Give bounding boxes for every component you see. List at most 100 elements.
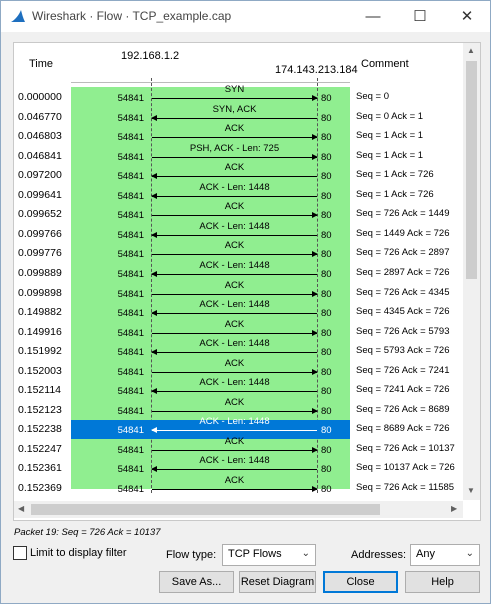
destination-port: 80 (321, 484, 332, 495)
arrow-left-icon (151, 231, 317, 238)
flow-time: 0.046803 (18, 130, 62, 143)
flow-time: 0.099889 (18, 266, 62, 279)
packet-label: ACK (224, 435, 245, 447)
flow-comment: Seq = 5793 Ack = 726 (356, 345, 450, 357)
source-port: 54841 (117, 112, 144, 124)
flow-time: 0.149882 (18, 306, 62, 319)
arrow-right-icon (152, 95, 318, 101)
packet-label: ACK (224, 357, 245, 369)
flow-time: 0.149916 (18, 325, 62, 338)
flow-time: 0.152123 (18, 403, 62, 416)
packet-label: ACK (224, 396, 245, 408)
source-port: 54841 (117, 268, 144, 280)
horizontal-scroll-thumb[interactable] (31, 504, 380, 515)
scroll-right-icon[interactable]: ▶ (451, 504, 457, 513)
arrow-left-icon (151, 427, 317, 434)
flow-comment: Seq = 726 Ack = 10137 (356, 442, 455, 454)
flow-time: 0.046841 (18, 149, 62, 162)
packet-label: ACK (224, 201, 245, 213)
source-port: 54841 (117, 210, 144, 222)
flow-comment: Seq = 1 Ack = 726 (356, 188, 434, 200)
addresses-value: Any (416, 548, 435, 560)
flow-time: 0.152114 (18, 384, 62, 397)
flow-row[interactable]: 0.152369 54841 ACK 80 Seq = 726 Ack = 11585 (14, 475, 480, 498)
chevron-down-icon: ⌄ (465, 548, 474, 559)
scroll-left-icon[interactable]: ◀ (18, 504, 24, 513)
source-port: 54841 (117, 93, 144, 104)
packet-label: ACK - Len: 1448 (199, 455, 270, 467)
reset-diagram-button[interactable]: Reset Diagram (239, 571, 316, 593)
source-port: 54841 (117, 327, 144, 339)
flow-time: 0.099652 (18, 208, 62, 221)
close-button[interactable]: Close (323, 571, 398, 593)
arrow-left-icon (151, 466, 317, 473)
scroll-down-icon[interactable]: ▼ (467, 486, 475, 495)
flow-graph[interactable]: Time 192.168.1.2 174.143.213.184 Comment… (13, 42, 481, 521)
flow-time: 0.099641 (18, 188, 62, 201)
arrow-left-icon (151, 192, 317, 199)
flow-time: 0.000000 (18, 91, 62, 103)
flow-time: 0.152003 (18, 364, 62, 377)
flow-time: 0.152369 (18, 482, 62, 494)
packet-label: ACK - Len: 1448 (199, 259, 270, 271)
flow-comment: Seq = 1 Ack = 1 (356, 149, 424, 161)
minimize-button[interactable]: — (350, 1, 396, 32)
destination-port: 80 (321, 132, 332, 144)
flow-comment: Seq = 726 Ack = 2897 (356, 247, 450, 259)
help-button[interactable]: Help (405, 571, 480, 593)
flow-comment: Seq = 726 Ack = 4345 (356, 286, 450, 298)
window-title: Wireshark · Flow · TCP_example.cap (32, 9, 232, 23)
flow-time: 0.046770 (18, 110, 62, 123)
destination-port: 80 (321, 93, 332, 104)
flow-comment: Seq = 1 Ack = 726 (356, 169, 434, 181)
arrow-left-icon (151, 173, 317, 180)
vertical-scrollbar[interactable]: ▲ ▼ (463, 43, 480, 500)
destination-port: 80 (321, 464, 332, 476)
flow-comment: Seq = 726 Ack = 5793 (356, 325, 450, 337)
host-axis (71, 82, 350, 83)
destination-port: 80 (321, 366, 332, 378)
source-port: 54841 (117, 464, 144, 476)
flow-comment: Seq = 4345 Ack = 726 (356, 306, 450, 318)
addresses-label: Addresses: (351, 549, 407, 561)
flow-time: 0.152238 (18, 423, 62, 436)
arrow-right-icon (152, 329, 318, 336)
flow-type-select[interactable]: TCP Flows ⌄ (222, 544, 316, 566)
destination-port: 80 (321, 308, 332, 320)
source-port: 54841 (117, 484, 144, 495)
wireshark-fin-icon (10, 9, 26, 28)
packet-label: ACK (224, 279, 245, 291)
destination-port: 80 (321, 151, 332, 163)
close-window-button[interactable]: ✕ (444, 1, 490, 32)
maximize-button[interactable]: ☐ (397, 1, 443, 32)
horizontal-scrollbar[interactable]: ◀ ▶ (14, 501, 463, 518)
destination-port: 80 (321, 347, 332, 359)
flow-comment: Seq = 7241 Ack = 726 (356, 384, 450, 396)
packet-label: ACK (224, 240, 245, 252)
vertical-scroll-thumb[interactable] (466, 61, 477, 279)
addresses-select[interactable]: Any ⌄ (410, 544, 480, 566)
flow-time: 0.152361 (18, 462, 62, 475)
source-port: 54841 (117, 171, 144, 183)
flow-time: 0.099766 (18, 227, 62, 240)
flow-comment: Seq = 8689 Ack = 726 (356, 423, 450, 435)
arrow-left-icon (151, 114, 317, 121)
destination-port: 80 (321, 112, 332, 124)
flow-comment: Seq = 0 Ack = 1 (356, 110, 424, 122)
destination-port: 80 (321, 249, 332, 261)
status-text: Packet 19: Seq = 726 Ack = 10137 (14, 527, 161, 538)
limit-to-display-filter-checkbox[interactable] (13, 546, 27, 560)
arrow-right-icon (152, 212, 318, 219)
arrow-left-icon (151, 310, 317, 317)
title-bar: Wireshark · Flow · TCP_example.cap — ☐ ✕ (1, 1, 490, 32)
flow-time: 0.151992 (18, 345, 62, 358)
arrow-right-icon (152, 153, 318, 160)
arrow-right-icon (152, 251, 318, 258)
flow-comment: Seq = 726 Ack = 7241 (356, 364, 450, 376)
arrow-right-icon (152, 446, 318, 453)
packet-label: ACK (224, 318, 245, 330)
destination-port: 80 (321, 444, 332, 456)
scroll-up-icon[interactable]: ▲ (467, 46, 475, 55)
save-as-button[interactable]: Save As... (159, 571, 234, 593)
flow-time: 0.099776 (18, 247, 62, 260)
